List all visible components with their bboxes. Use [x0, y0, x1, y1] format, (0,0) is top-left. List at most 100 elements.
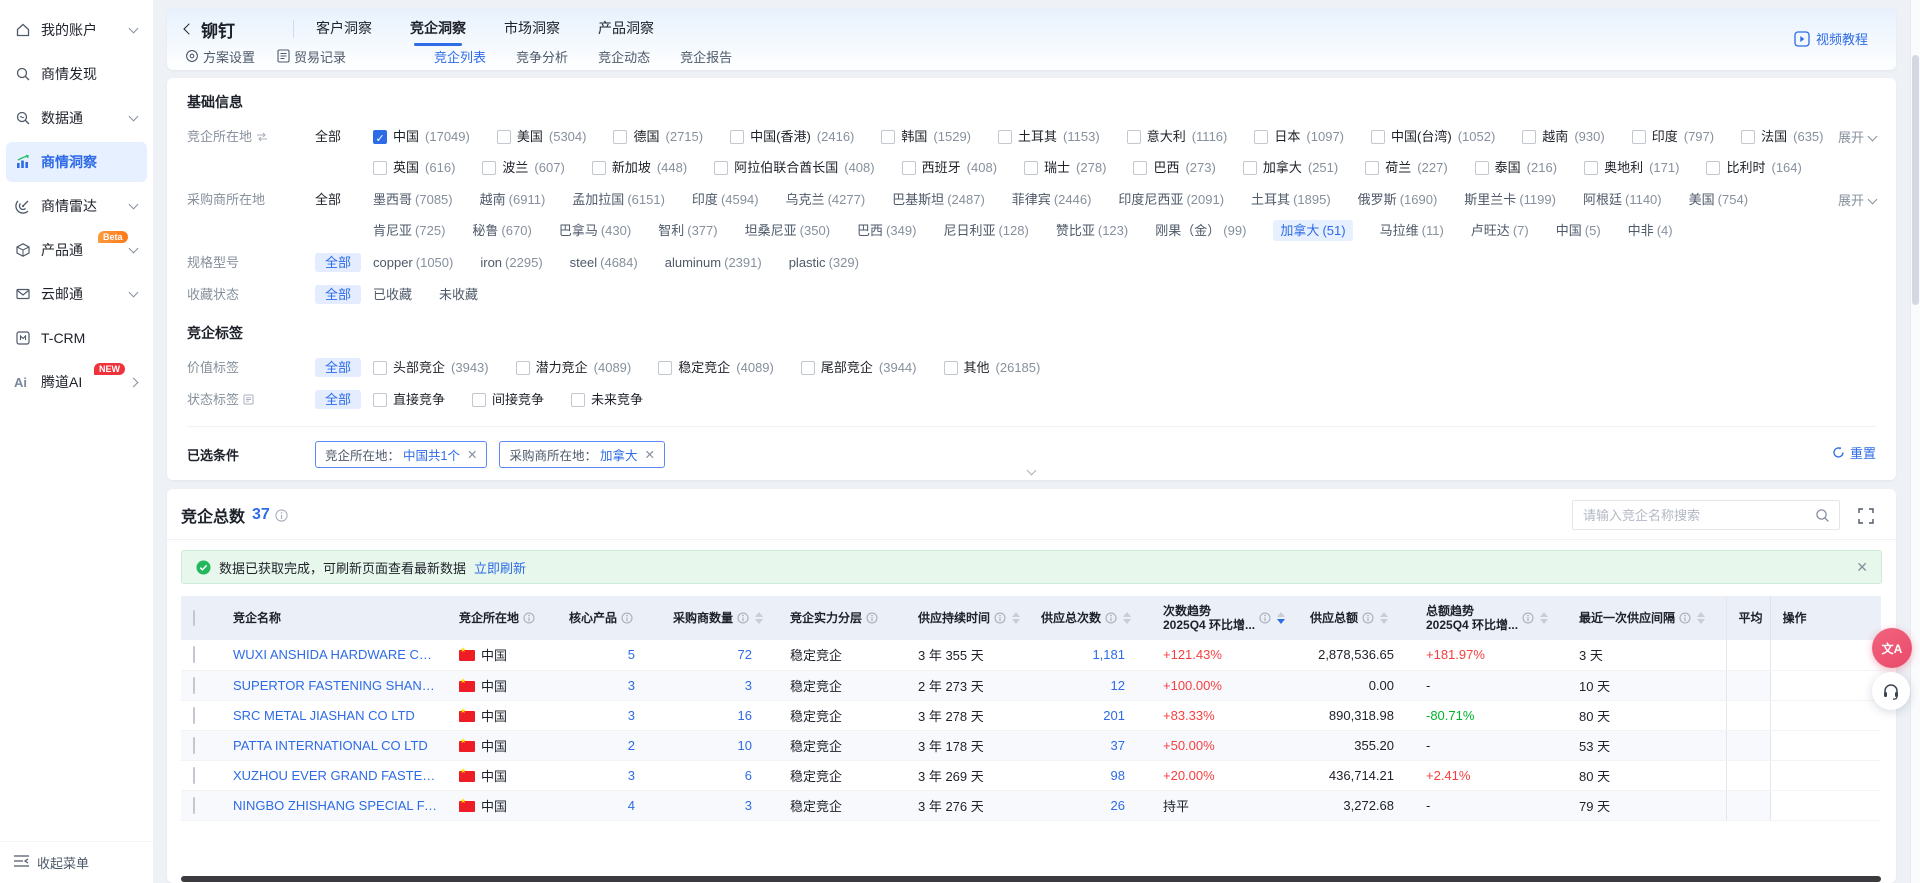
- supply-total-link[interactable]: 26: [1111, 798, 1125, 813]
- buyer-country-link[interactable]: 印度尼西亚 2091: [1118, 189, 1224, 210]
- remove-tag-icon[interactable]: ✕: [644, 447, 654, 462]
- collapse-filters-button[interactable]: [1009, 465, 1055, 479]
- checkbox[interactable]: [373, 161, 387, 175]
- buyer-country-link[interactable]: 土耳其 1895: [1251, 189, 1331, 210]
- checkbox[interactable]: [592, 161, 606, 175]
- buyer-count-link[interactable]: 3: [745, 798, 752, 813]
- country-checkbox-item[interactable]: 巴西 273: [1133, 157, 1215, 178]
- buyer-count-link[interactable]: 10: [738, 738, 752, 753]
- company-link[interactable]: WUXI ANSHIDA HARDWARE CO LTD: [233, 647, 439, 662]
- horizontal-scrollbar[interactable]: [181, 876, 1881, 882]
- country-checkbox-item[interactable]: 美国 5304: [497, 126, 587, 147]
- checkbox[interactable]: [714, 161, 728, 175]
- sidebar-item-insight[interactable]: 商情洞察: [6, 142, 147, 182]
- search-icon[interactable]: [1815, 508, 1830, 523]
- checkbox[interactable]: [571, 393, 585, 407]
- sidebar-item-mail[interactable]: 云邮通: [6, 274, 147, 314]
- buyer-country-link[interactable]: 越南 6911: [480, 189, 546, 210]
- subtab-competitor-list[interactable]: 竞企列表: [434, 47, 486, 66]
- country-checkbox-item[interactable]: 泰国 216: [1475, 157, 1557, 178]
- checkbox[interactable]: [1365, 161, 1379, 175]
- company-link[interactable]: PATTA INTERNATIONAL CO LTD: [233, 738, 439, 753]
- table-row[interactable]: PATTA INTERNATIONAL CO LTD 中国 2 10 稳定竞企 …: [181, 730, 1881, 760]
- buyer-country-link[interactable]: 马拉维 11: [1380, 220, 1444, 241]
- vertical-scrollbar-thumb[interactable]: [1912, 55, 1919, 305]
- country-checkbox-item[interactable]: 瑞士 278: [1024, 157, 1106, 178]
- all-option[interactable]: 全部: [315, 129, 341, 144]
- selected-filter-tag[interactable]: 采购商所在地： 加拿大 ✕: [499, 441, 665, 468]
- sidebar-item-discovery[interactable]: 商情发现: [6, 54, 147, 94]
- select-all-checkbox[interactable]: [193, 610, 195, 626]
- favorite-option[interactable]: 已收藏: [373, 284, 412, 305]
- search-input[interactable]: [1573, 508, 1815, 523]
- checkbox[interactable]: [482, 161, 496, 175]
- country-checkbox-item[interactable]: 越南 930: [1522, 126, 1604, 147]
- buyer-country-link[interactable]: 卢旺达 7: [1471, 220, 1529, 241]
- table-row[interactable]: XUZHOU EVER GRAND FASTENERS... 中国 3 6 稳定…: [181, 760, 1881, 790]
- checkbox[interactable]: [373, 361, 387, 375]
- checkbox[interactable]: [1475, 161, 1489, 175]
- expand-button[interactable]: 展开: [1838, 127, 1876, 148]
- buyer-count-link[interactable]: 3: [745, 678, 752, 693]
- all-chip[interactable]: 全部: [315, 390, 361, 409]
- sidebar-item-product[interactable]: 产品通 Beta: [6, 230, 147, 270]
- buyer-count-link[interactable]: 16: [738, 708, 752, 723]
- core-products-link[interactable]: 3: [628, 678, 635, 693]
- buyer-count-link[interactable]: 6: [745, 768, 752, 783]
- spec-link[interactable]: steel 4684: [570, 252, 638, 273]
- all-chip[interactable]: 全部: [315, 285, 361, 304]
- refresh-now-link[interactable]: 立即刷新: [474, 558, 526, 577]
- column-header[interactable]: 供应总额: [1298, 596, 1414, 640]
- column-header[interactable]: 供应总次数: [1029, 596, 1151, 640]
- status-tag-checkbox[interactable]: 直接竞争: [373, 389, 445, 410]
- checkbox[interactable]: [944, 361, 958, 375]
- core-products-link[interactable]: 5: [628, 647, 635, 662]
- checkbox[interactable]: [902, 161, 916, 175]
- row-checkbox[interactable]: [193, 797, 195, 814]
- checkbox[interactable]: [658, 361, 672, 375]
- buyer-country-link[interactable]: 美国 754: [1689, 189, 1748, 210]
- spec-link[interactable]: copper 1050: [373, 252, 453, 273]
- checkbox[interactable]: [1632, 130, 1646, 144]
- value-tag-checkbox[interactable]: 头部竞企 3943: [373, 357, 489, 378]
- buyer-country-link[interactable]: 巴拿马 430: [559, 220, 631, 241]
- info-icon[interactable]: [275, 509, 288, 522]
- country-checkbox-item[interactable]: 比利时 164: [1706, 157, 1801, 178]
- buyer-country-link[interactable]: 斯里兰卡 1199: [1464, 189, 1556, 210]
- checkbox[interactable]: [1706, 161, 1720, 175]
- buyer-country-link[interactable]: 阿根廷 1140: [1583, 189, 1662, 210]
- buyer-count-link[interactable]: 72: [738, 647, 752, 662]
- status-tag-checkbox[interactable]: 间接竞争: [472, 389, 544, 410]
- row-checkbox[interactable]: [193, 767, 195, 784]
- country-checkbox-item[interactable]: 印度 797: [1632, 126, 1714, 147]
- row-checkbox[interactable]: [193, 737, 195, 754]
- table-row[interactable]: NINGBO ZHISHANG SPECIAL FAST... 中国 4 3 稳…: [181, 790, 1881, 820]
- country-checkbox-item[interactable]: 西班牙 408: [902, 157, 997, 178]
- checkbox[interactable]: [1254, 130, 1268, 144]
- collapse-menu-button[interactable]: 收起菜单: [0, 841, 153, 883]
- sidebar-item-radar[interactable]: 商情雷达: [6, 186, 147, 226]
- tab-competitor-insight[interactable]: 竞企洞察: [410, 18, 466, 40]
- country-checkbox-item[interactable]: 土耳其 1153: [998, 126, 1100, 147]
- country-checkbox-item[interactable]: 中国(香港) 2416: [730, 126, 854, 147]
- checkbox[interactable]: [1127, 130, 1141, 144]
- country-checkbox-item[interactable]: 意大利 1116: [1127, 126, 1228, 147]
- buyer-country-link[interactable]: 坦桑尼亚 350: [745, 220, 830, 241]
- row-checkbox[interactable]: [193, 677, 195, 694]
- checkbox[interactable]: [1584, 161, 1598, 175]
- spec-link[interactable]: plastic 329: [789, 252, 859, 273]
- checkbox[interactable]: [1133, 161, 1147, 175]
- checkbox[interactable]: [801, 361, 815, 375]
- table-row[interactable]: SUPERTOR FASTENING SHANGHAI... 中国 3 3 稳定…: [181, 670, 1881, 700]
- country-checkbox-item[interactable]: 新加坡 448: [592, 157, 687, 178]
- all-option[interactable]: 全部: [315, 192, 341, 207]
- checkbox[interactable]: [881, 130, 895, 144]
- video-tutorial-link[interactable]: 视频教程: [1794, 29, 1868, 48]
- sidebar-item-tcrm[interactable]: T-CRM: [6, 318, 147, 358]
- checkbox[interactable]: [1024, 161, 1038, 175]
- buyer-country-link[interactable]: 刚果（金） 99: [1155, 220, 1246, 241]
- back-icon[interactable]: [183, 23, 194, 34]
- buyer-country-link[interactable]: 巴西 349: [857, 220, 916, 241]
- reset-button[interactable]: 重置: [1832, 443, 1876, 462]
- checkbox[interactable]: [472, 393, 486, 407]
